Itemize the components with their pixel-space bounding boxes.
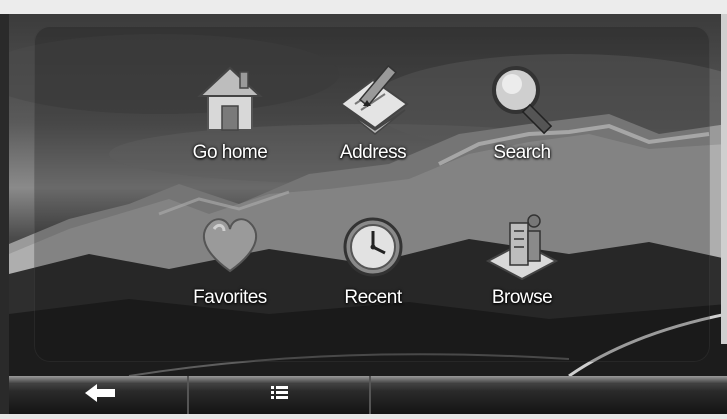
right-frame bbox=[721, 14, 727, 344]
menu-item-label: Address bbox=[339, 142, 407, 163]
bottom-toolbar bbox=[9, 376, 727, 414]
clock-icon bbox=[333, 205, 413, 285]
list-button[interactable] bbox=[189, 376, 369, 414]
menu-item-address[interactable]: Address bbox=[313, 60, 433, 170]
menu-item-browse[interactable]: Browse bbox=[462, 205, 582, 315]
menu-item-recent[interactable]: Recent bbox=[313, 205, 433, 315]
heart-icon bbox=[190, 205, 270, 285]
menu-item-label: Go home bbox=[192, 142, 268, 163]
back-arrow-icon bbox=[85, 384, 115, 402]
list-icon bbox=[271, 386, 288, 399]
menu-item-label: Favorites bbox=[193, 287, 267, 308]
back-button[interactable] bbox=[9, 376, 187, 414]
map-building-icon bbox=[482, 205, 562, 285]
menu-item-favorites[interactable]: Favorites bbox=[170, 205, 290, 315]
left-frame bbox=[0, 14, 9, 414]
menu-item-label: Browse bbox=[491, 287, 553, 308]
toolbar-separator bbox=[369, 376, 371, 414]
menu-item-search[interactable]: Search bbox=[462, 60, 582, 170]
top-frame bbox=[0, 0, 727, 14]
address-pen-icon bbox=[333, 60, 413, 140]
house-icon bbox=[190, 60, 270, 140]
magnifier-icon bbox=[482, 60, 562, 140]
menu-item-go-home[interactable]: Go home bbox=[170, 60, 290, 170]
menu-item-label: Search bbox=[493, 142, 551, 163]
menu-item-label: Recent bbox=[344, 287, 402, 308]
